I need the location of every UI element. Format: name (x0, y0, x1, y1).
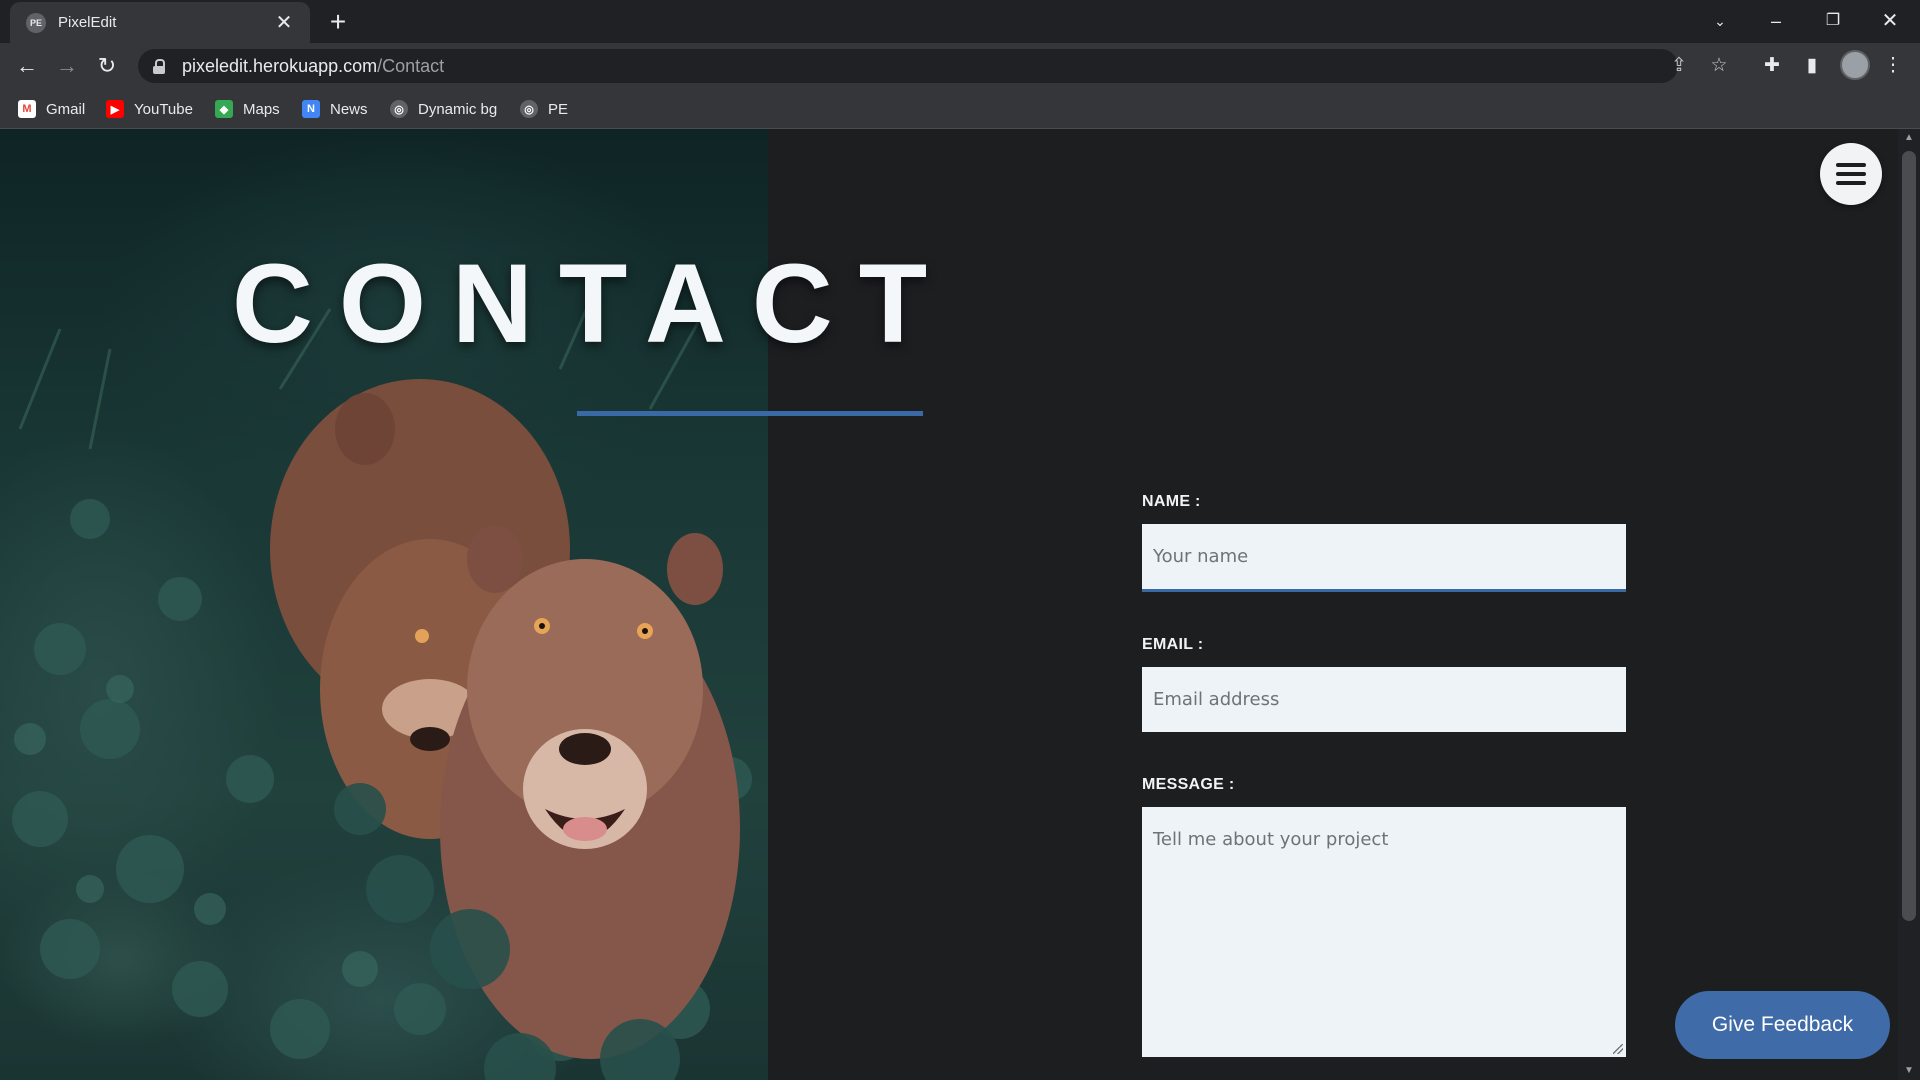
menu-line (1836, 163, 1866, 167)
browser-tab[interactable]: PE PixelEdit ✕ (10, 2, 310, 43)
news-icon: N (302, 100, 320, 118)
bookmark-label: News (330, 100, 368, 118)
bookmark-news[interactable]: N News (302, 97, 368, 121)
bookmarks-bar: M Gmail ▶ YouTube ◆ Maps N News ◎ Dynami… (0, 88, 1920, 129)
globe-icon: ◎ (390, 100, 408, 118)
bookmark-dynamic-bg[interactable]: ◎ Dynamic bg (390, 97, 497, 121)
extensions-icon[interactable]: ✚ (1757, 51, 1787, 81)
profile-avatar[interactable] (1840, 50, 1870, 80)
back-icon[interactable]: ← (11, 50, 43, 82)
page-viewport: CONTACT NAME : Your name EMAIL : Email a… (0, 129, 1898, 1080)
bookmark-label: Gmail (46, 100, 86, 118)
side-panel-icon[interactable]: ▮ (1797, 51, 1827, 81)
forward-icon[interactable]: → (51, 50, 83, 82)
youtube-icon: ▶ (106, 100, 124, 118)
bookmark-label: Dynamic bg (418, 100, 498, 118)
name-input[interactable]: Your name (1142, 524, 1626, 592)
tab-strip: PE PixelEdit ✕ + ⌄ – ❐ ✕ (0, 0, 1920, 43)
url-text: pixeledit.herokuapp.com/Contact (182, 55, 445, 76)
resize-handle-icon[interactable] (1613, 1044, 1623, 1054)
new-tab-icon[interactable]: + (324, 8, 352, 37)
scroll-up-icon[interactable]: ▲ (1898, 129, 1920, 147)
bookmark-label: YouTube (134, 100, 193, 118)
close-window-icon[interactable]: ✕ (1870, 6, 1910, 36)
bookmark-gmail[interactable]: M Gmail (18, 97, 85, 121)
page-title: CONTACT (232, 241, 954, 366)
hamburger-menu-button[interactable] (1820, 143, 1882, 205)
email-input[interactable]: Email address (1142, 667, 1626, 732)
share-icon[interactable]: ⇪ (1666, 53, 1692, 79)
menu-line (1836, 172, 1866, 176)
maps-icon: ◆ (215, 100, 233, 118)
browser-toolbar: ← → ↻ pixeledit.herokuapp.com/Contact ⇪ … (0, 43, 1920, 88)
tab-title: PixelEdit (58, 14, 117, 31)
close-tab-icon[interactable]: ✕ (272, 11, 296, 35)
gmail-icon: M (18, 100, 36, 118)
scroll-thumb[interactable] (1902, 151, 1916, 921)
reload-icon[interactable]: ↻ (91, 50, 123, 82)
globe-icon: ◎ (520, 100, 538, 118)
pixeledit-favicon-icon: PE (26, 12, 46, 33)
message-label: MESSAGE : (1142, 776, 1235, 793)
lock-icon[interactable] (152, 59, 166, 74)
bookmark-label: PE (548, 100, 569, 118)
address-bar[interactable]: pixeledit.herokuapp.com/Contact ⇪ ☆ (138, 49, 1728, 83)
email-label: EMAIL : (1142, 636, 1204, 653)
restore-icon[interactable]: ❐ (1813, 6, 1853, 36)
bookmark-star-icon[interactable]: ☆ (1706, 53, 1732, 79)
more-menu-icon[interactable]: ⋮ (1878, 51, 1908, 81)
tab-search-icon[interactable]: ⌄ (1700, 6, 1740, 36)
message-placeholder: Tell me about your project (1153, 829, 1389, 850)
bookmark-pe[interactable]: ◎ PE (520, 97, 568, 121)
bookmark-youtube[interactable]: ▶ YouTube (106, 97, 193, 121)
page-scrollbar[interactable]: ▲ ▼ (1898, 129, 1920, 1080)
message-textarea[interactable]: Tell me about your project (1142, 807, 1626, 1057)
give-feedback-button[interactable]: Give Feedback (1675, 991, 1890, 1059)
bookmark-maps[interactable]: ◆ Maps (215, 97, 280, 121)
bookmark-label: Maps (243, 100, 280, 118)
menu-line (1836, 181, 1866, 185)
name-label: NAME : (1142, 493, 1201, 510)
minimize-icon[interactable]: – (1756, 6, 1796, 36)
scroll-down-icon[interactable]: ▼ (1898, 1062, 1920, 1080)
title-underline (577, 411, 923, 416)
